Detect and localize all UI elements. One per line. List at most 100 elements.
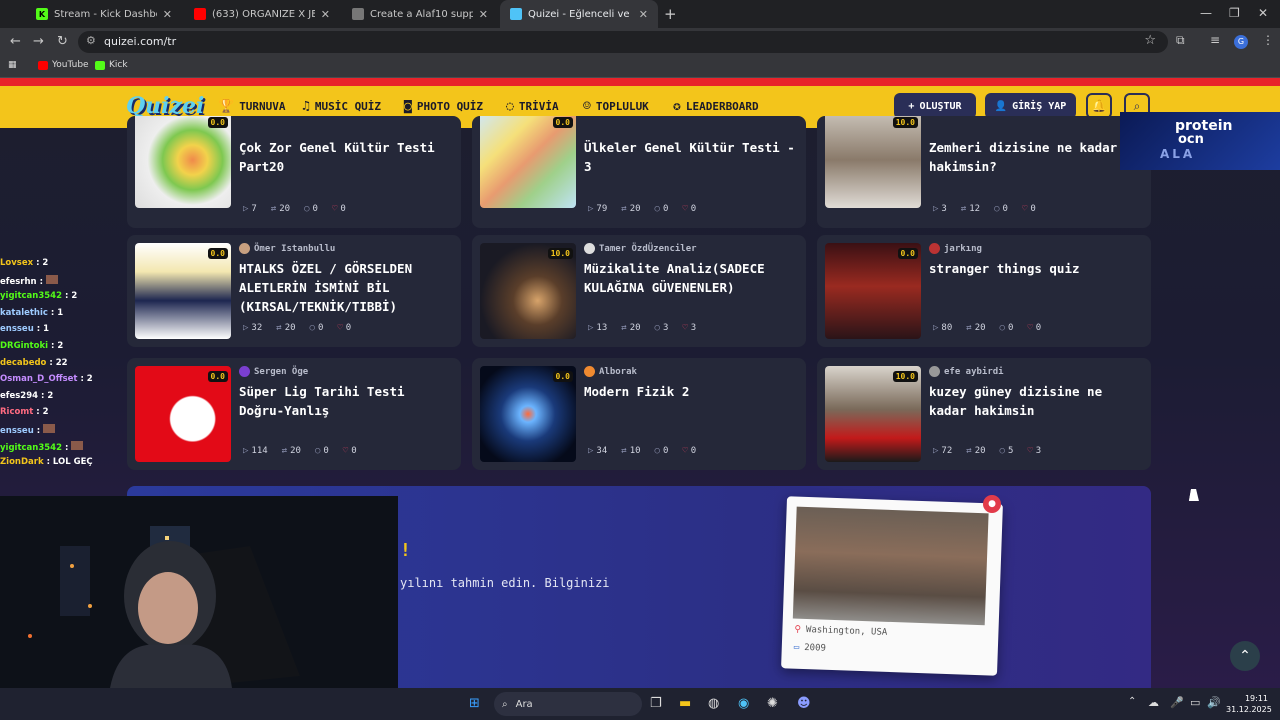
bookmark-star-icon[interactable]: ☆ <box>1144 33 1156 48</box>
tab-kick-dashboard[interactable]: K Stream - Kick Dashboard ✕ <box>26 0 182 28</box>
chrome-icon[interactable]: ◉ <box>738 696 749 711</box>
likes-stat: ♡ 0 <box>1021 204 1036 214</box>
music-icon: ♫ <box>302 99 310 114</box>
author[interactable]: efe aybirdi <box>929 366 1004 377</box>
location-pin-icon: ⚲ <box>794 624 802 635</box>
rating-badge: 10.0 <box>547 248 573 259</box>
comment-icon: ○ <box>314 446 321 456</box>
address-bar[interactable]: ⚙ quizei.com/tr ☆ <box>78 31 1168 53</box>
close-tab-icon[interactable]: ✕ <box>321 8 330 21</box>
bookmark-kick[interactable]: Kick <box>95 60 128 70</box>
system-clock[interactable]: 19:11 31.12.2025 <box>1226 693 1272 715</box>
author[interactable]: Alborak <box>584 366 637 377</box>
bookmark-youtube[interactable]: YouTube <box>38 60 89 70</box>
plays-stat: ▷ 32 <box>243 323 263 333</box>
emote-icon <box>45 274 58 284</box>
quiz-card[interactable]: 0.0 Ömer Istanbullu HTALKS ÖZEL / GÖRSEL… <box>127 235 461 347</box>
new-tab-icon[interactable]: + <box>664 5 677 23</box>
profile-avatar[interactable]: G <box>1234 35 1248 49</box>
heart-icon: ♡ <box>1027 446 1033 456</box>
quiz-title[interactable]: Müzikalite Analiz(SADECE KULAĞINA GÜVENE… <box>584 259 799 297</box>
quiz-title[interactable]: Ülkeler Genel Kültür Testi - 3 <box>584 138 799 176</box>
quiz-card[interactable]: 0.0 Ülkeler Genel Kültür Testi - 3 ▷ 79 ⇄… <box>472 116 806 228</box>
menu-icon[interactable]: ⋮ <box>1262 33 1274 47</box>
forward-icon[interactable]: → <box>33 34 44 49</box>
plays-stat: ▷ 13 <box>588 323 608 333</box>
comments-stat: ○ 0 <box>654 446 669 456</box>
author[interactable]: jarkıng <box>929 243 982 254</box>
network-icon[interactable]: ▭ <box>1190 696 1200 709</box>
scroll-to-top-button[interactable]: ⌃ <box>1230 641 1260 671</box>
questions-stat: ⇄ 20 <box>966 323 986 333</box>
close-tab-icon[interactable]: ✕ <box>163 8 172 21</box>
nav-photo-quiz[interactable]: ◙ PHOTO QUİZ <box>404 99 483 114</box>
nav-trivia[interactable]: ◌ TRİVİA <box>506 99 559 114</box>
back-icon[interactable]: ← <box>10 34 21 49</box>
tab-supplement-list[interactable]: Create a Alaf10 supplement list ✕ <box>342 0 498 28</box>
quiz-card[interactable]: 0.0 Alborak Modern Fizik 2 ▷ 34 ⇄ 10 ○ 0 ♡ 0 <box>472 358 806 470</box>
heart-icon: ♡ <box>682 204 688 214</box>
tab-title: (633) ORGANIZE X JEFF REDD - <box>212 8 315 20</box>
reading-list-icon[interactable]: ≡ <box>1210 33 1220 47</box>
quiz-title[interactable]: HTALKS ÖZEL / GÖRSELDEN ALETLERİN İSMİNİ… <box>239 259 454 316</box>
play-icon: ▷ <box>933 323 939 333</box>
comment-icon: ○ <box>304 204 310 214</box>
author[interactable]: Sergen Öge <box>239 366 308 377</box>
openai-icon[interactable]: ✺ <box>767 696 778 711</box>
apps-grid-icon[interactable]: ▦ <box>8 60 17 70</box>
close-window-icon[interactable]: ✕ <box>1258 6 1268 20</box>
comments-stat: ○ 0 <box>994 204 1008 214</box>
cloud-icon[interactable]: ☁ <box>1148 696 1159 709</box>
app-icon[interactable]: ◍ <box>708 696 719 711</box>
quiz-title[interactable]: Süper Lig Tarihi Testi Doğru-Yanlış <box>239 382 454 420</box>
tray-chevron-icon[interactable]: ⌃ <box>1128 696 1136 707</box>
quiz-title[interactable]: Modern Fizik 2 <box>584 382 799 401</box>
nav-music-quiz[interactable]: ♫ MUSİC QUİZ <box>302 99 381 114</box>
quiz-card[interactable]: 10.0 Zemheri dizisine ne kadar hakimsin?… <box>817 116 1151 228</box>
calendar-icon: ▭ <box>793 642 800 653</box>
browser-tab-strip: K Stream - Kick Dashboard ✕ (633) ORGANI… <box>0 0 1280 28</box>
author[interactable]: Ömer Istanbullu <box>239 243 335 254</box>
quiz-card[interactable]: 0.0 jarkıng stranger things quiz ▷ 80 ⇄ 20… <box>817 235 1151 347</box>
close-tab-icon[interactable]: ✕ <box>639 8 648 21</box>
site-info-icon[interactable]: ⚙ <box>86 34 96 47</box>
heart-icon: ♡ <box>337 323 343 333</box>
microphone-icon[interactable]: 🎤 <box>1170 696 1184 709</box>
quiz-title[interactable]: stranger things quiz <box>929 259 1144 278</box>
quiz-title[interactable]: Zemheri dizisine ne kadar hakimsin? <box>929 138 1144 176</box>
taskbar-search[interactable]: ⌕ Ara <box>494 692 642 716</box>
tab-quizei[interactable]: Quizei - Eğlenceli ve etkileşimli ✕ <box>500 0 658 28</box>
task-view-icon[interactable]: ❐ <box>650 696 662 711</box>
questions-stat: ⇄ 10 <box>621 446 641 456</box>
nav-leaderboard[interactable]: ✪ LEADERBOARD <box>673 99 759 114</box>
volume-icon[interactable]: 🔊 <box>1207 696 1221 709</box>
extensions-icon[interactable]: ⧉ <box>1176 33 1185 48</box>
quiz-card[interactable]: 10.0 efe aybirdi kuzey güney dizisine ne… <box>817 358 1151 470</box>
discord-icon[interactable]: ☻ <box>797 696 811 711</box>
nav-turnuva[interactable]: 🏆 TURNUVA <box>218 99 286 114</box>
comments-stat: ○ 5 <box>999 446 1014 456</box>
quiz-title[interactable]: Çok Zor Genel Kültür Testi Part20 <box>239 138 454 176</box>
author[interactable]: Tamer ÖzdÜzenciler <box>584 243 697 254</box>
quiz-card[interactable]: 0.0 Sergen Öge Süper Lig Tarihi Testi Do… <box>127 358 461 470</box>
tab-youtube[interactable]: (633) ORGANIZE X JEFF REDD - ✕ <box>184 0 340 28</box>
chat-message: Osman_D_Offset : 2 <box>0 374 93 385</box>
chat-message: ZionDark : LOL GEÇ <box>0 457 93 468</box>
plays-stat: ▷ 114 <box>243 446 268 456</box>
quiz-title[interactable]: kuzey güney dizisine ne kadar hakimsin <box>929 382 1144 420</box>
reload-icon[interactable]: ↻ <box>57 34 68 49</box>
quiz-thumbnail: 0.0 <box>135 243 231 339</box>
quiz-card[interactable]: 0.0 Çok Zor Genel Kültür Testi Part20 ▷ 7… <box>127 116 461 228</box>
likes-stat: ♡ 0 <box>1027 323 1042 333</box>
author-name: Alborak <box>599 366 637 377</box>
minimize-icon[interactable]: — <box>1200 6 1212 20</box>
quiz-card[interactable]: 10.0 Tamer ÖzdÜzenciler Müzikalite Anali… <box>472 235 806 347</box>
windows-start-icon[interactable]: ⊞ <box>469 696 480 711</box>
file-explorer-icon[interactable]: ▬ <box>679 696 691 711</box>
chat-message: yigitcan3542 : <box>0 440 98 458</box>
nav-topluluk[interactable]: ☺ TOPLULUK <box>583 99 649 114</box>
close-tab-icon[interactable]: ✕ <box>479 8 488 21</box>
webcam-feed-image <box>0 496 398 688</box>
polaroid-photo-card[interactable]: ⚲ Washington, USA ▭ 2009 <box>781 496 1003 676</box>
restore-icon[interactable]: ❐ <box>1229 6 1240 20</box>
